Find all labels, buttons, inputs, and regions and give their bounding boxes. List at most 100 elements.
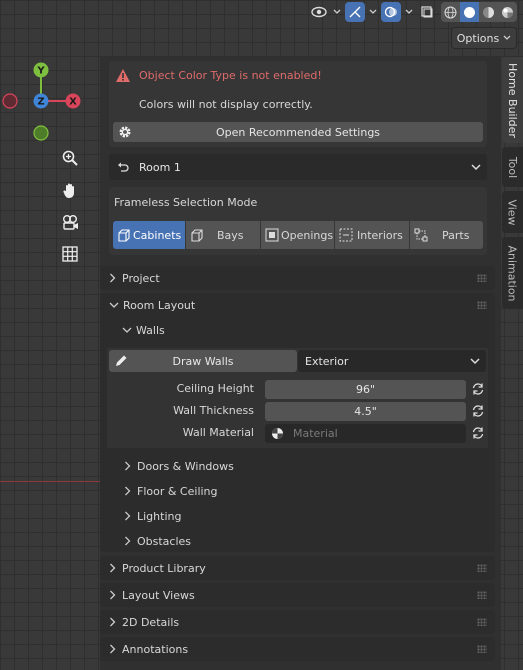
selection-mode-box: Frameless Selection Mode Cabinets Bays O… (109, 187, 487, 255)
chevron-down-icon[interactable] (333, 2, 341, 22)
button-label: Draw Walls (172, 354, 234, 368)
chevron-down-icon[interactable] (405, 2, 413, 22)
chevron-right-icon (110, 644, 116, 654)
wall-material-field[interactable]: Material (265, 424, 466, 443)
tab-label: Tool (506, 156, 519, 178)
mode-bays-button[interactable]: Bays (186, 221, 260, 249)
interior-icon (339, 228, 353, 242)
subpanel-doors-windows-header[interactable]: Doors & Windows (124, 459, 234, 473)
chevron-right-icon (110, 273, 116, 283)
subpanel-obstacles-header[interactable]: Obstacles (124, 534, 191, 548)
panel-annotations-header[interactable]: Annotations (100, 637, 495, 661)
chevron-right-icon (110, 617, 116, 627)
tab-label: View (506, 198, 520, 226)
chevron-down-icon[interactable] (369, 2, 377, 22)
wall-type-dropdown[interactable]: Exterior (298, 350, 486, 372)
material-sphere-icon (272, 428, 283, 439)
undo-arrow-icon (118, 162, 129, 172)
chevron-right-icon (110, 563, 116, 573)
options-label: Options (456, 31, 500, 45)
subpanel-walls-header[interactable]: Walls (122, 323, 165, 337)
camera-icon[interactable] (58, 210, 82, 234)
cube-icon (191, 228, 203, 242)
pencil-icon (116, 355, 127, 366)
tab-tool[interactable]: Tool (502, 147, 523, 187)
subpanel-lighting-header[interactable]: Lighting (124, 509, 181, 523)
tab-animation[interactable]: Animation (502, 237, 523, 309)
panel-title: Project (122, 271, 160, 285)
overlay-icon[interactable] (381, 2, 401, 22)
draw-walls-button[interactable]: Draw Walls (109, 350, 297, 372)
subpanel-title: Floor & Ceiling (137, 484, 218, 498)
ceiling-height-field[interactable]: 96" (265, 380, 466, 399)
drag-grip-icon[interactable] (477, 645, 487, 653)
rendered-icon[interactable] (498, 2, 517, 22)
drag-grip-icon[interactable] (477, 301, 487, 309)
mode-openings-button[interactable]: Openings (261, 221, 334, 249)
wall-thickness-field[interactable]: 4.5" (265, 402, 466, 421)
subpanel-title: Lighting (137, 509, 182, 523)
tab-view[interactable]: View (502, 191, 523, 233)
solid-icon[interactable] (460, 2, 479, 22)
field-value: 4.5" (354, 405, 377, 418)
refresh-icon[interactable] (469, 402, 487, 420)
tab-home-builder[interactable]: Home Builder (502, 57, 523, 143)
open-recommended-settings-button[interactable]: Open Recommended Settings (113, 122, 483, 142)
chevron-down-icon (122, 327, 132, 333)
ceiling-height-label: Ceiling Height (176, 382, 254, 395)
eye-icon[interactable] (309, 2, 329, 22)
wall-thickness-label: Wall Thickness (173, 404, 254, 417)
material-icon[interactable] (479, 2, 498, 22)
panel-project-header[interactable]: Project (100, 266, 495, 290)
wall-material-label: Wall Material (182, 426, 254, 439)
warning-box: Object Color Type is not enabled! Colors… (109, 61, 487, 147)
mode-parts-button[interactable]: Parts (410, 221, 483, 249)
field-value: 96" (355, 383, 376, 396)
subpanel-floor-ceiling-header[interactable]: Floor & Ceiling (124, 484, 218, 498)
chevron-down-icon (470, 358, 480, 365)
subpanel-title: Obstacles (137, 534, 192, 548)
gizmo-icon[interactable] (345, 2, 365, 22)
panel-product-library-header[interactable]: Product Library (100, 556, 495, 580)
xray-icon[interactable] (417, 2, 437, 22)
chevron-down-icon (471, 164, 481, 171)
chevron-down-icon (503, 35, 511, 40)
mode-cabinets-button[interactable]: Cabinets (113, 221, 185, 249)
selection-mode-toggle: Cabinets Bays Openings Interiors Parts (113, 221, 483, 249)
panel-2d-details-header[interactable]: 2D Details (100, 610, 495, 634)
room-selector[interactable]: Room 1 (109, 154, 487, 180)
panel-title: Product Library (122, 561, 206, 575)
drag-grip-icon[interactable] (477, 591, 487, 599)
panel-title: Annotations (122, 642, 189, 656)
zoom-icon[interactable] (58, 146, 82, 170)
field-placeholder: Material (293, 427, 338, 440)
mode-label: Cabinets (133, 228, 182, 242)
hand-pan-icon[interactable] (58, 178, 82, 202)
grid-icon[interactable] (58, 242, 82, 266)
room-selected-label: Room 1 (139, 160, 181, 174)
tab-label: Home Builder (506, 62, 520, 138)
chevron-right-icon (110, 590, 116, 600)
chevron-right-icon (125, 511, 131, 521)
mode-label: Interiors (357, 228, 403, 242)
refresh-icon[interactable] (469, 424, 487, 442)
panel-layout-views-header[interactable]: Layout Views (100, 583, 495, 607)
navigation-gizmo[interactable]: Y X Z (0, 58, 90, 148)
refresh-icon[interactable] (469, 380, 487, 398)
gizmo-y-label: Y (36, 66, 45, 77)
chevron-right-icon (125, 486, 131, 496)
walls-content: Draw Walls Exterior Ceiling Height 96" W… (107, 348, 488, 448)
warning-icon (116, 68, 130, 82)
drag-grip-icon[interactable] (477, 618, 487, 626)
gizmo-x-label: X (69, 97, 77, 108)
options-button[interactable]: Options (451, 27, 517, 49)
mode-interiors-button[interactable]: Interiors (335, 221, 409, 249)
subpanel-title: Walls (136, 323, 165, 337)
chevron-right-icon (125, 536, 131, 546)
wireframe-icon[interactable] (441, 2, 460, 22)
panel-room-layout-header[interactable]: Room Layout (109, 298, 195, 312)
drag-grip-icon[interactable] (477, 274, 487, 282)
opening-icon (265, 228, 279, 242)
drag-grip-icon[interactable] (477, 564, 487, 572)
chevron-right-icon (125, 461, 131, 471)
